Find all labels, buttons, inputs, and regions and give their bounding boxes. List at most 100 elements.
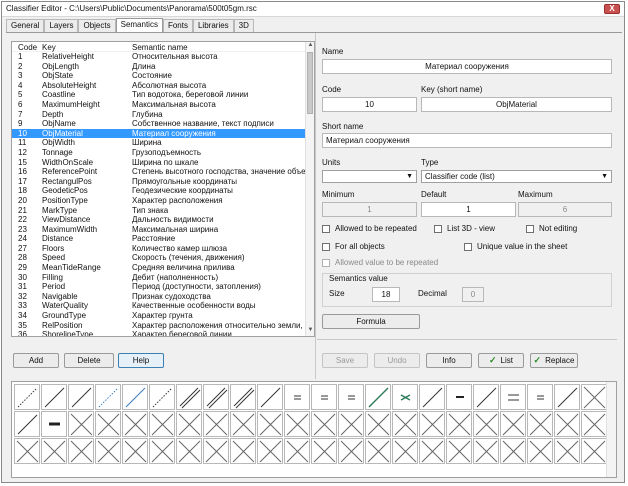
list-scrollbar[interactable]: ▲ ▼ (305, 42, 314, 336)
diag-line-icon[interactable] (14, 411, 40, 437)
list-3d-checkbox[interactable]: List 3D - view (434, 224, 495, 233)
table-row[interactable]: 2 ObjLength Длина (12, 62, 314, 72)
type-select[interactable]: Classifier code (list) ▼ (421, 170, 612, 183)
empty-slot-icon[interactable] (392, 438, 418, 464)
empty-slot-icon[interactable] (527, 411, 553, 437)
dash-symbol-icon[interactable] (311, 384, 337, 410)
diag-blue-icon[interactable] (122, 384, 148, 410)
table-row[interactable]: 24 Distance Расстояние (12, 234, 314, 244)
table-row[interactable]: 15 WidthOnScale Ширина по шкале (12, 158, 314, 168)
empty-slot-icon[interactable] (68, 438, 94, 464)
save-button[interactable]: Save (322, 353, 368, 368)
table-row[interactable]: 21 MarkType Тип знака (12, 206, 314, 216)
list-toggle-button[interactable]: ✓ List (478, 353, 524, 368)
diag-dotted-blue-icon[interactable] (95, 384, 121, 410)
column-key-header[interactable]: Key (42, 43, 56, 52)
table-row[interactable]: 35 RelPosition Характер расположения относ… (12, 321, 314, 331)
empty-slot-icon[interactable] (365, 438, 391, 464)
decimal-field[interactable]: 0 (462, 287, 484, 302)
diag-line-icon[interactable] (41, 384, 67, 410)
allowed-value-repeated-checkbox[interactable]: Allowed value to be repeated (322, 258, 438, 267)
empty-slot-icon[interactable] (203, 411, 229, 437)
add-button[interactable]: Add (13, 353, 59, 368)
minimum-field[interactable]: 1 (322, 202, 417, 217)
delete-button[interactable]: Delete (64, 353, 114, 368)
table-row[interactable]: 29 MeanTideRange Средняя величина прилива (12, 263, 314, 273)
table-row[interactable]: 9 ObjName Собственное название, текст подп… (12, 119, 314, 129)
empty-slot-icon[interactable] (554, 438, 580, 464)
undo-button[interactable]: Undo (374, 353, 420, 368)
diag-line-icon[interactable] (419, 384, 445, 410)
tab-objects[interactable]: Objects (78, 19, 116, 32)
for-all-objects-checkbox[interactable]: For all objects (322, 242, 385, 251)
dash-symbol-icon[interactable] (527, 384, 553, 410)
code-field[interactable]: 10 (322, 97, 417, 112)
empty-slot-icon[interactable] (419, 438, 445, 464)
info-button[interactable]: Info (426, 353, 472, 368)
table-row[interactable]: 3 ObjState Состояние (12, 71, 314, 81)
help-button[interactable]: Help (118, 353, 164, 368)
not-editing-checkbox[interactable]: Not editing (526, 224, 577, 233)
table-row[interactable]: 16 ReferencePoint Степень высотного господ… (12, 167, 314, 177)
dash-symbol-icon[interactable] (284, 384, 310, 410)
diag-double-icon[interactable] (203, 384, 229, 410)
table-row[interactable]: 4 AbsoluteHeight Абсолютная высота (12, 81, 314, 91)
table-row[interactable]: 31 Period Период (доступности, затопления) (12, 282, 314, 292)
empty-slot-icon[interactable] (176, 411, 202, 437)
unique-value-checkbox[interactable]: Unique value in the sheet (464, 242, 567, 251)
table-row[interactable]: 12 Tonnage Грузоподъемность (12, 148, 314, 158)
empty-slot-icon[interactable] (473, 411, 499, 437)
scroll-thumb[interactable] (307, 52, 313, 114)
bar-symbol-icon[interactable] (446, 384, 472, 410)
empty-slot-icon[interactable] (149, 411, 175, 437)
table-row[interactable]: 34 GroundType Характер грунта (12, 311, 314, 321)
diag-dotted-icon[interactable] (14, 384, 40, 410)
empty-slot-icon[interactable] (122, 411, 148, 437)
column-semantic-header[interactable]: Semantic name (132, 43, 188, 52)
empty-slot-icon[interactable] (500, 411, 526, 437)
empty-slot-icon[interactable] (284, 411, 310, 437)
table-row[interactable]: 20 PositionType Характер расположения (12, 196, 314, 206)
empty-slot-icon[interactable] (581, 411, 607, 437)
diag-line-icon[interactable] (554, 384, 580, 410)
empty-slot-icon[interactable] (14, 438, 40, 464)
tab-3d[interactable]: 3D (233, 19, 254, 32)
default-field[interactable]: 1 (421, 202, 516, 217)
table-row[interactable]: 17 RectangulPos Прямоугольные координаты (12, 177, 314, 187)
sign-symbol-icon[interactable] (41, 411, 67, 437)
column-code-header[interactable]: Code (18, 43, 37, 52)
empty-slot-icon[interactable] (446, 411, 472, 437)
double-dash-icon[interactable] (500, 384, 526, 410)
key-field[interactable]: ObjMaterial (421, 97, 612, 112)
formula-button[interactable]: Formula (322, 314, 420, 329)
empty-slot-icon[interactable] (365, 411, 391, 437)
empty-slot-icon[interactable] (41, 438, 67, 464)
empty-slot-icon[interactable] (554, 411, 580, 437)
table-row[interactable]: 1 RelativeHeight Относительная высота (12, 52, 314, 62)
empty-slot-icon[interactable] (581, 438, 607, 464)
close-button[interactable]: X (604, 4, 620, 14)
table-row[interactable]: 23 MaximumWidth Максимальная ширина (12, 225, 314, 235)
empty-slot-icon[interactable] (338, 438, 364, 464)
bow-symbol-icon[interactable] (392, 384, 418, 410)
tab-libraries[interactable]: Libraries (192, 19, 234, 32)
table-row[interactable]: 33 WaterQuality Качественные особенности в… (12, 301, 314, 311)
empty-slot-icon[interactable] (149, 438, 175, 464)
table-row[interactable]: 32 Navigable Признак судоходства (12, 292, 314, 302)
table-row[interactable]: 28 Speed Скорость (течения, движения) (12, 253, 314, 263)
empty-slot-icon[interactable] (68, 411, 94, 437)
table-row[interactable]: 11 ObjWidth Ширина (12, 138, 314, 148)
empty-slot-icon[interactable] (284, 438, 310, 464)
empty-slot-icon[interactable] (230, 438, 256, 464)
diag-line-icon[interactable] (257, 384, 283, 410)
dash-symbol-icon[interactable] (338, 384, 364, 410)
replace-toggle-button[interactable]: ✓ Replace (530, 353, 578, 368)
table-row[interactable]: 6 MaximumHeight Максимальная высота (12, 100, 314, 110)
table-row[interactable]: 27 Floors Количество камер шлюза (12, 244, 314, 254)
table-row[interactable]: 18 GeodeticPos Геодезические координаты (12, 186, 314, 196)
diag-double-icon[interactable] (176, 384, 202, 410)
empty-slot-icon[interactable] (446, 438, 472, 464)
empty-slot-icon[interactable] (473, 438, 499, 464)
empty-slot-icon[interactable] (203, 438, 229, 464)
table-row[interactable]: 7 Depth Глубина (12, 110, 314, 120)
